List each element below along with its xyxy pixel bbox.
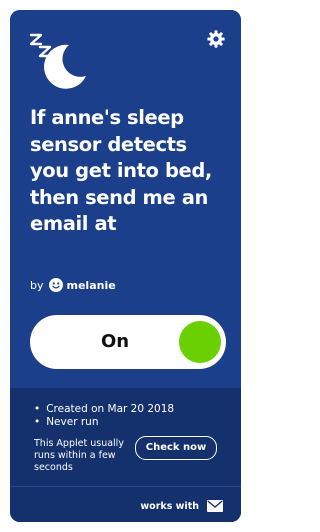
check-now-button[interactable]: Check now bbox=[135, 436, 217, 460]
smiley-avatar-icon bbox=[48, 278, 63, 292]
by-label: by bbox=[30, 278, 44, 292]
applet-on-toggle[interactable]: On bbox=[30, 315, 226, 369]
created-date: Created on Mar 20 2018 bbox=[34, 403, 174, 416]
applet-card: If anne's sleep sensor detects you get i… bbox=[10, 10, 241, 522]
sleep-moon-icon bbox=[29, 33, 86, 89]
author-name: melanie bbox=[66, 278, 116, 292]
run-timing-note: This Applet usually runs within a few se… bbox=[34, 438, 124, 473]
gear-icon[interactable] bbox=[207, 30, 225, 48]
run-status: Never run bbox=[34, 416, 174, 429]
applet-title: If anne's sleep sensor detects you get i… bbox=[30, 106, 212, 235]
works-with-label: works with bbox=[140, 500, 199, 512]
mail-icon[interactable] bbox=[207, 500, 223, 512]
divider bbox=[10, 486, 241, 487]
applet-meta-list: Created on Mar 20 2018 Never run bbox=[34, 403, 174, 429]
author-byline[interactable]: by melanie bbox=[30, 276, 116, 294]
toggle-label: On bbox=[100, 331, 130, 352]
toggle-knob[interactable] bbox=[179, 321, 221, 363]
works-with: works with bbox=[140, 499, 223, 513]
